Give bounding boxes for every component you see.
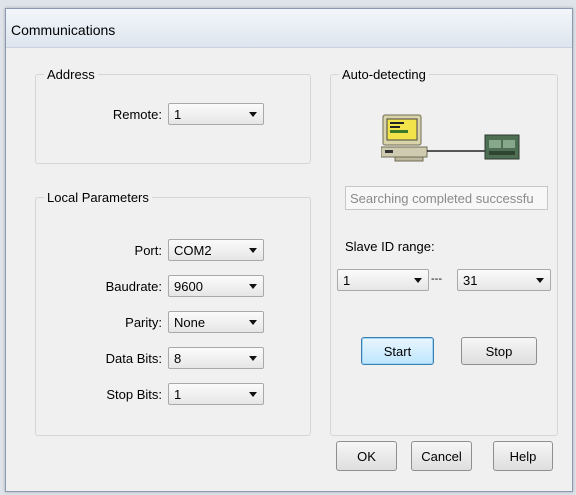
data-bits-select[interactable]: 8	[168, 347, 264, 369]
address-group: Address Remote: 1	[35, 67, 311, 164]
parity-value: None	[174, 315, 206, 330]
port-select[interactable]: COM2	[168, 239, 264, 261]
slave-id-to-value: 31	[463, 273, 478, 288]
address-group-label: Address	[44, 67, 98, 82]
slave-id-from-value: 1	[343, 273, 351, 288]
chevron-down-icon	[249, 112, 257, 117]
local-parameters-group: Local Parameters Port: COM2 Baudrate: 96…	[35, 190, 311, 436]
slave-id-to-select[interactable]: 31	[457, 269, 551, 291]
port-label: Port:	[134, 243, 162, 258]
dialog-body: Address Remote: 1 Local Parameters Port:…	[6, 48, 572, 491]
plc-device-icon	[484, 134, 520, 160]
window-title: Communications	[11, 22, 116, 38]
computer-icon	[380, 114, 520, 162]
auto-detecting-group: Auto-detecting Searching completed succe…	[330, 67, 558, 436]
auto-detecting-label: Auto-detecting	[339, 67, 429, 82]
data-bits-label: Data Bits:	[105, 351, 162, 366]
connection-illustration	[380, 113, 521, 165]
chevron-down-icon	[414, 278, 422, 283]
parity-select[interactable]: None	[168, 311, 264, 333]
port-value: COM2	[174, 243, 212, 258]
chevron-down-icon	[249, 356, 257, 361]
communications-dialog: Communications Address Remote: 1 Local P…	[5, 8, 573, 492]
stop-button[interactable]: Stop	[461, 337, 537, 365]
ok-button[interactable]: OK	[336, 441, 397, 471]
parity-label: Parity:	[125, 315, 162, 330]
stop-bits-select[interactable]: 1	[168, 383, 264, 405]
chevron-down-icon	[536, 278, 544, 283]
range-separator: ---	[431, 273, 442, 285]
baudrate-label: Baudrate:	[105, 279, 162, 294]
chevron-down-icon	[249, 284, 257, 289]
chevron-down-icon	[249, 320, 257, 325]
slave-id-range-label: Slave ID range:	[345, 239, 435, 254]
search-status-field: Searching completed successfu	[345, 186, 548, 210]
remote-value: 1	[174, 107, 182, 122]
stop-bits-value: 1	[174, 387, 182, 402]
remote-label: Remote:	[112, 107, 162, 122]
data-bits-value: 8	[174, 351, 182, 366]
slave-id-from-select[interactable]: 1	[337, 269, 429, 291]
title-bar[interactable]: Communications	[6, 9, 572, 48]
remote-select[interactable]: 1	[168, 103, 264, 125]
cancel-button[interactable]: Cancel	[411, 441, 472, 471]
baudrate-value: 9600	[174, 279, 203, 294]
chevron-down-icon	[249, 248, 257, 253]
start-button[interactable]: Start	[361, 337, 434, 365]
help-button[interactable]: Help	[493, 441, 553, 471]
stop-bits-label: Stop Bits:	[106, 387, 162, 402]
local-parameters-label: Local Parameters	[44, 190, 152, 205]
chevron-down-icon	[249, 392, 257, 397]
baudrate-select[interactable]: 9600	[168, 275, 264, 297]
